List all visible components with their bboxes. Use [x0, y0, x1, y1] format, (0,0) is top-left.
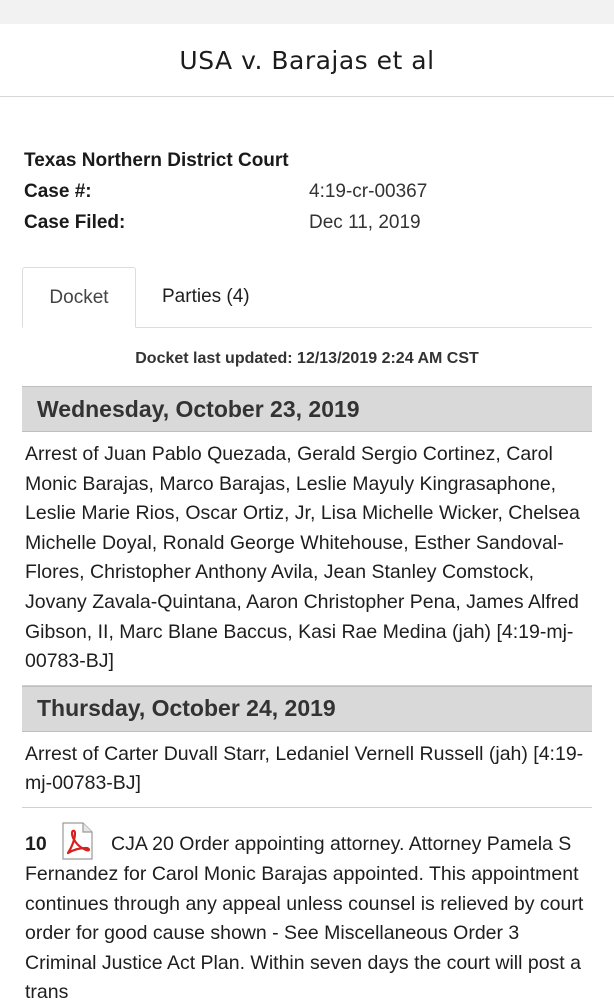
tab-parties[interactable]: Parties (4): [136, 267, 276, 327]
tab-bar: Docket Parties (4): [22, 267, 592, 328]
page-title: USA v. Barajas et al: [179, 45, 435, 75]
docket-entry-number: 10: [25, 832, 47, 855]
court-name: Texas Northern District Court: [24, 150, 289, 171]
case-number-value: 4:19-cr-00367: [309, 181, 428, 202]
app-header: USA v. Barajas et al: [0, 24, 614, 97]
day-header: Thursday, October 24, 2019: [22, 685, 592, 732]
case-filed-value: Dec 11, 2019: [309, 212, 421, 233]
docket-last-updated: Docket last updated: 12/13/2019 2:24 AM …: [135, 350, 479, 367]
case-info: Texas Northern District Court Case #: 4:…: [0, 97, 614, 267]
docket-entry: Arrest of Carter Duvall Starr, Ledaniel …: [22, 732, 592, 808]
case-number-label: Case #:: [24, 181, 92, 202]
docket-entry-text: Arrest of Carter Duvall Starr, Ledaniel …: [25, 742, 584, 795]
case-filed-row: Case Filed: Dec 11, 2019: [24, 207, 590, 238]
pdf-icon[interactable]: [59, 822, 95, 860]
day-header: Wednesday, October 23, 2019: [22, 386, 592, 432]
docket-entry-text: CJA 20 Order appointing attorney. Attorn…: [25, 832, 584, 1004]
case-number-row: Case #: 4:19-cr-00367: [24, 176, 590, 207]
status-strip: [0, 0, 614, 24]
docket-entry: Arrest of Juan Pablo Quezada, Gerald Ser…: [22, 432, 592, 686]
case-filed-label: Case Filed:: [24, 212, 126, 233]
tab-docket[interactable]: Docket: [22, 267, 136, 328]
docket-entry-text: Arrest of Juan Pablo Quezada, Gerald Ser…: [25, 443, 580, 673]
docket-entry: 10 CJA 20 Order appointing attorney. Att…: [22, 808, 592, 1008]
